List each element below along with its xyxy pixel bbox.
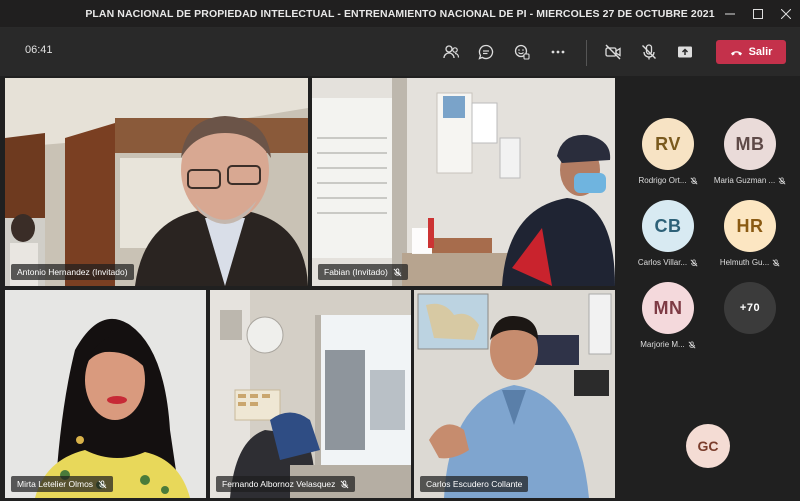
participant-name: Carlos Escudero Collante [426, 479, 523, 489]
avatar: MB [724, 118, 776, 170]
mic-off-icon [688, 340, 696, 348]
roster-participant[interactable]: RV Rodrigo Ort... [628, 118, 708, 185]
share-screen-button[interactable] [673, 40, 697, 64]
video-tile[interactable]: Fernando Albornoz Velasquez [210, 290, 411, 498]
video-feed [5, 290, 206, 498]
mic-toggle-button[interactable] [637, 40, 661, 64]
reactions-button[interactable] [510, 40, 534, 64]
video-feed [312, 78, 615, 286]
mic-off-icon [341, 479, 349, 488]
minimize-icon [725, 13, 735, 15]
video-feed [5, 78, 308, 286]
participant-name-chip: Fabian (Invitado) [318, 264, 408, 280]
more-options-button[interactable] [546, 40, 570, 64]
participant-name: Fabian (Invitado) [324, 267, 388, 277]
mic-off-icon [690, 258, 698, 266]
video-feed [210, 290, 411, 498]
participant-name-chip: Fernando Albornoz Velasquez [216, 476, 356, 492]
mic-off-icon [772, 258, 780, 266]
leave-label: Salir [748, 46, 773, 58]
close-icon [781, 9, 791, 19]
toolbar-divider [586, 40, 587, 66]
roster-name-row: Helmuth Gu... [710, 258, 790, 267]
mic-off-icon [778, 176, 786, 184]
maximize-icon [753, 9, 763, 19]
mic-off-icon [393, 267, 402, 276]
participant-name: Mirta Letelier Olmos [17, 479, 94, 489]
video-tile[interactable]: Mirta Letelier Olmos [5, 290, 206, 498]
video-tile[interactable]: Fabian (Invitado) [312, 78, 615, 286]
camera-off-icon [605, 44, 621, 60]
participant-name: Antonio Hernandez (Invitado) [17, 267, 128, 277]
video-tile-active-speaker[interactable]: Carlos Escudero Collante [414, 290, 615, 498]
close-window-button[interactable] [770, 0, 800, 28]
avatar: MN [642, 282, 694, 334]
roster-participant[interactable]: MB Maria Guzman ... [710, 118, 790, 185]
roster-participant[interactable]: HR Helmuth Gu... [710, 200, 790, 267]
meeting-timer: 06:41 [25, 44, 53, 56]
mic-off-icon [642, 44, 656, 60]
participant-roster: RV Rodrigo Ort... MB Maria Guzman ... CB… [618, 76, 800, 501]
roster-participant[interactable]: MN Marjorie M... [628, 282, 708, 349]
more-participants-button[interactable]: +70 [710, 282, 790, 334]
participant-name: Fernando Albornoz Velasquez [222, 479, 336, 489]
roster-name-row: Maria Guzman ... [710, 176, 790, 185]
leave-button[interactable]: Salir [716, 40, 786, 64]
participant-name-chip: Antonio Hernandez (Invitado) [11, 264, 134, 280]
self-avatar: GC [686, 424, 730, 468]
video-tile[interactable]: Antonio Hernandez (Invitado) [5, 78, 308, 286]
roster-name: Carlos Villar... [637, 258, 688, 267]
overflow-count: +70 [724, 282, 776, 334]
more-icon [551, 50, 565, 54]
roster-name: Helmuth Gu... [719, 258, 770, 267]
mic-off-icon [690, 176, 697, 184]
roster-name: Maria Guzman ... [713, 176, 776, 185]
participant-name-chip: Carlos Escudero Collante [420, 476, 529, 492]
chat-button[interactable] [474, 40, 498, 64]
mic-off-icon [98, 479, 107, 488]
share-icon [678, 46, 692, 58]
phone-icon [730, 50, 742, 55]
chat-icon [478, 44, 494, 60]
roster-name-row: Carlos Villar... [628, 258, 708, 267]
roster-name: Rodrigo Ort... [638, 176, 687, 185]
avatar: CB [642, 200, 694, 252]
roster-name-row: Marjorie M... [628, 340, 708, 349]
video-feed [414, 290, 615, 498]
people-icon [443, 45, 460, 59]
roster-name: Marjorie M... [640, 340, 685, 349]
window-title: PLAN NACIONAL DE PROPIEDAD INTELECTUAL -… [85, 7, 715, 20]
participant-name-chip: Mirta Letelier Olmos [11, 476, 114, 492]
participants-button[interactable] [439, 40, 463, 64]
roster-participant[interactable]: CB Carlos Villar... [628, 200, 708, 267]
roster-name-row: Rodrigo Ort... [628, 176, 708, 185]
avatar: HR [724, 200, 776, 252]
title-bar: PLAN NACIONAL DE PROPIEDAD INTELECTUAL -… [0, 0, 800, 28]
reactions-icon [514, 44, 530, 60]
camera-toggle-button[interactable] [601, 40, 625, 64]
avatar: RV [642, 118, 694, 170]
meeting-toolbar: 06:41 Salir [0, 28, 800, 76]
